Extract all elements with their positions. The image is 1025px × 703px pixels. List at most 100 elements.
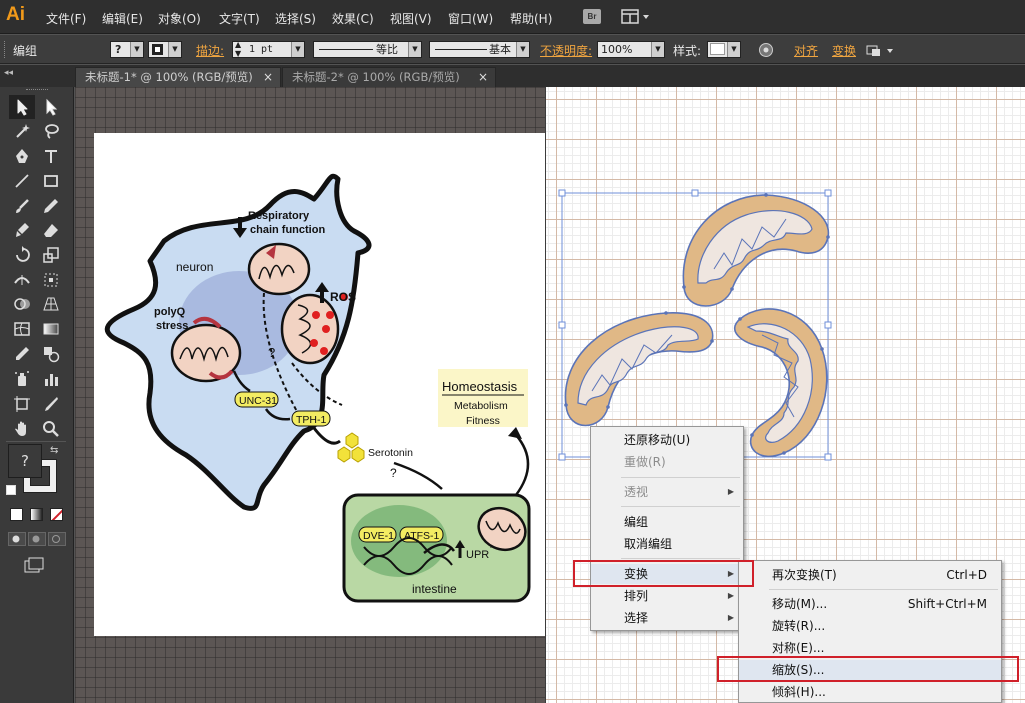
bridge-button[interactable]: Br — [583, 9, 601, 24]
menu-undo-move[interactable]: 还原移动(U) — [591, 430, 743, 450]
scale-tool[interactable] — [38, 243, 64, 267]
none-mode-button[interactable] — [50, 508, 63, 521]
selection-tool[interactable] — [9, 95, 35, 119]
isolate-group-button[interactable] — [866, 43, 896, 59]
lasso-tool[interactable] — [38, 119, 64, 143]
submenu-arrow-icon: ▶ — [727, 591, 734, 600]
perspective-grid-tool[interactable] — [38, 292, 64, 316]
chevron-down-icon: ▼ — [727, 42, 740, 57]
rotate-icon — [16, 246, 30, 262]
shape-builder-tool[interactable] — [9, 292, 35, 316]
stroke-color-dropdown[interactable]: ▼ — [148, 41, 182, 58]
free-transform-tool[interactable] — [38, 268, 64, 292]
draw-inside-button[interactable] — [48, 532, 66, 546]
menu-group[interactable]: 编组 — [591, 512, 743, 532]
menu-ungroup[interactable]: 取消编组 — [591, 534, 743, 554]
chevron-down-icon: ▼ — [408, 42, 421, 57]
stepper-icon[interactable]: ▲ ▼ — [235, 40, 241, 58]
close-icon[interactable]: × — [263, 68, 273, 86]
tab-document-1[interactable]: 未标题-1* @ 100% (RGB/预览) × — [75, 67, 281, 87]
close-icon[interactable]: × — [478, 68, 488, 86]
recolor-artwork-button[interactable] — [758, 42, 774, 58]
transform-label[interactable]: 变换 — [832, 42, 856, 59]
mitochondrion-shape-right[interactable] — [733, 308, 828, 458]
width-tool-icon — [14, 275, 30, 285]
magic-wand-tool[interactable] — [9, 119, 35, 143]
artboard-tool[interactable] — [9, 392, 35, 416]
default-colors-icon[interactable] — [6, 485, 16, 495]
gradient-tool[interactable] — [38, 317, 64, 341]
paintbrush-tool[interactable] — [9, 194, 35, 218]
artboard[interactable]: Respiratory chain function neuron ROS po… — [94, 133, 545, 636]
mesh-tool[interactable] — [9, 317, 35, 341]
menu-select[interactable]: 选择(S) — [275, 10, 316, 27]
label-chain-function: chain function — [250, 224, 325, 236]
stroke-weight-value: 1 pt — [249, 44, 274, 55]
menu-type[interactable]: 文字(T) — [219, 10, 260, 27]
eraser-tool[interactable] — [38, 218, 64, 242]
control-bar-grip[interactable] — [4, 41, 7, 58]
fill-color-dropdown[interactable]: ? ▼ — [110, 41, 144, 58]
stroke-weight-field[interactable]: ▲ ▼ 1 pt ▼ — [232, 40, 305, 58]
menu-effect[interactable]: 效果(C) — [332, 10, 374, 27]
type-tool[interactable] — [38, 144, 64, 168]
symbol-sprayer-tool[interactable] — [9, 367, 35, 391]
menu-separator — [769, 589, 998, 590]
menu-move[interactable]: 移动(M)... Shift+Ctrl+M — [739, 594, 1001, 614]
menu-shear[interactable]: 倾斜(H)... — [739, 682, 1001, 702]
menu-select[interactable]: 选择 ▶ — [591, 608, 743, 628]
eyedropper-tool[interactable] — [9, 342, 35, 366]
change-screen-mode-button[interactable] — [24, 557, 46, 574]
gradient-mode-button[interactable] — [30, 508, 43, 521]
arrow-to-serotonin — [312, 427, 341, 445]
menu-object[interactable]: 对象(O) — [158, 10, 201, 27]
align-label[interactable]: 对齐 — [794, 42, 818, 59]
zoom-tool[interactable] — [38, 417, 64, 441]
blob-brush-tool[interactable] — [9, 218, 35, 242]
column-graph-tool[interactable] — [38, 367, 64, 391]
menu-separator — [621, 506, 740, 507]
hand-tool[interactable] — [9, 417, 35, 441]
fill-color-swatch[interactable]: ? — [8, 444, 42, 478]
mitochondrion-shape-left[interactable] — [564, 312, 714, 427]
pencil-tool[interactable] — [38, 194, 64, 218]
arrange-documents-icon — [621, 9, 649, 24]
panel-grip[interactable] — [26, 89, 48, 92]
menu-file[interactable]: 文件(F) — [46, 10, 86, 27]
menu-item-label: 移动(M)... — [772, 597, 828, 611]
menu-transform-again[interactable]: 再次变换(T) Ctrl+D — [739, 565, 1001, 585]
tab-label: 未标题-2* @ 100% (RGB/预览) — [292, 70, 460, 84]
collapse-panels-icon[interactable]: ◂◂ — [4, 68, 13, 78]
menu-arrange[interactable]: 排列 ▶ — [591, 586, 743, 606]
stroke-label[interactable]: 描边: — [196, 42, 224, 59]
blend-tool[interactable] — [38, 342, 64, 366]
rotate-tool[interactable] — [9, 243, 35, 267]
brush-definition-dropdown[interactable]: 基本 ▼ — [429, 41, 530, 58]
swap-colors-icon[interactable]: ⇆ — [50, 445, 58, 456]
menu-help[interactable]: 帮助(H) — [510, 10, 552, 27]
direct-selection-tool[interactable] — [38, 95, 64, 119]
line-segment-tool[interactable] — [9, 169, 35, 193]
draw-normal-button[interactable] — [8, 532, 26, 546]
menu-reflect[interactable]: 对称(E)... — [739, 638, 1001, 658]
rectangle-tool[interactable] — [38, 169, 64, 193]
arrange-documents-button[interactable] — [621, 8, 651, 26]
mitochondrion-shape-top[interactable] — [682, 194, 830, 307]
menu-window[interactable]: 窗口(W) — [448, 10, 493, 27]
color-mode-button[interactable] — [10, 508, 23, 521]
pen-tool[interactable] — [9, 144, 35, 168]
opacity-field[interactable]: 100% ▼ — [597, 41, 665, 58]
document-tabs-bar: ◂◂ 未标题-1* @ 100% (RGB/预览) × 未标题-2* @ 100… — [0, 65, 1025, 87]
draw-behind-button[interactable] — [28, 532, 46, 546]
slice-tool[interactable] — [38, 392, 64, 416]
tab-document-2[interactable]: 未标题-2* @ 100% (RGB/预览) × — [282, 67, 496, 87]
width-tool[interactable] — [9, 268, 35, 292]
variable-width-profile-dropdown[interactable]: 等比 ▼ — [313, 41, 422, 58]
chevron-down-icon: ▼ — [168, 42, 181, 57]
graphic-style-dropdown[interactable]: ▼ — [707, 41, 741, 58]
opacity-label[interactable]: 不透明度: — [540, 42, 592, 59]
tab-label: 未标题-1* @ 100% (RGB/预览) — [85, 70, 253, 84]
menu-view[interactable]: 视图(V) — [390, 10, 432, 27]
menu-edit[interactable]: 编辑(E) — [102, 10, 143, 27]
menu-rotate[interactable]: 旋转(R)... — [739, 616, 1001, 636]
